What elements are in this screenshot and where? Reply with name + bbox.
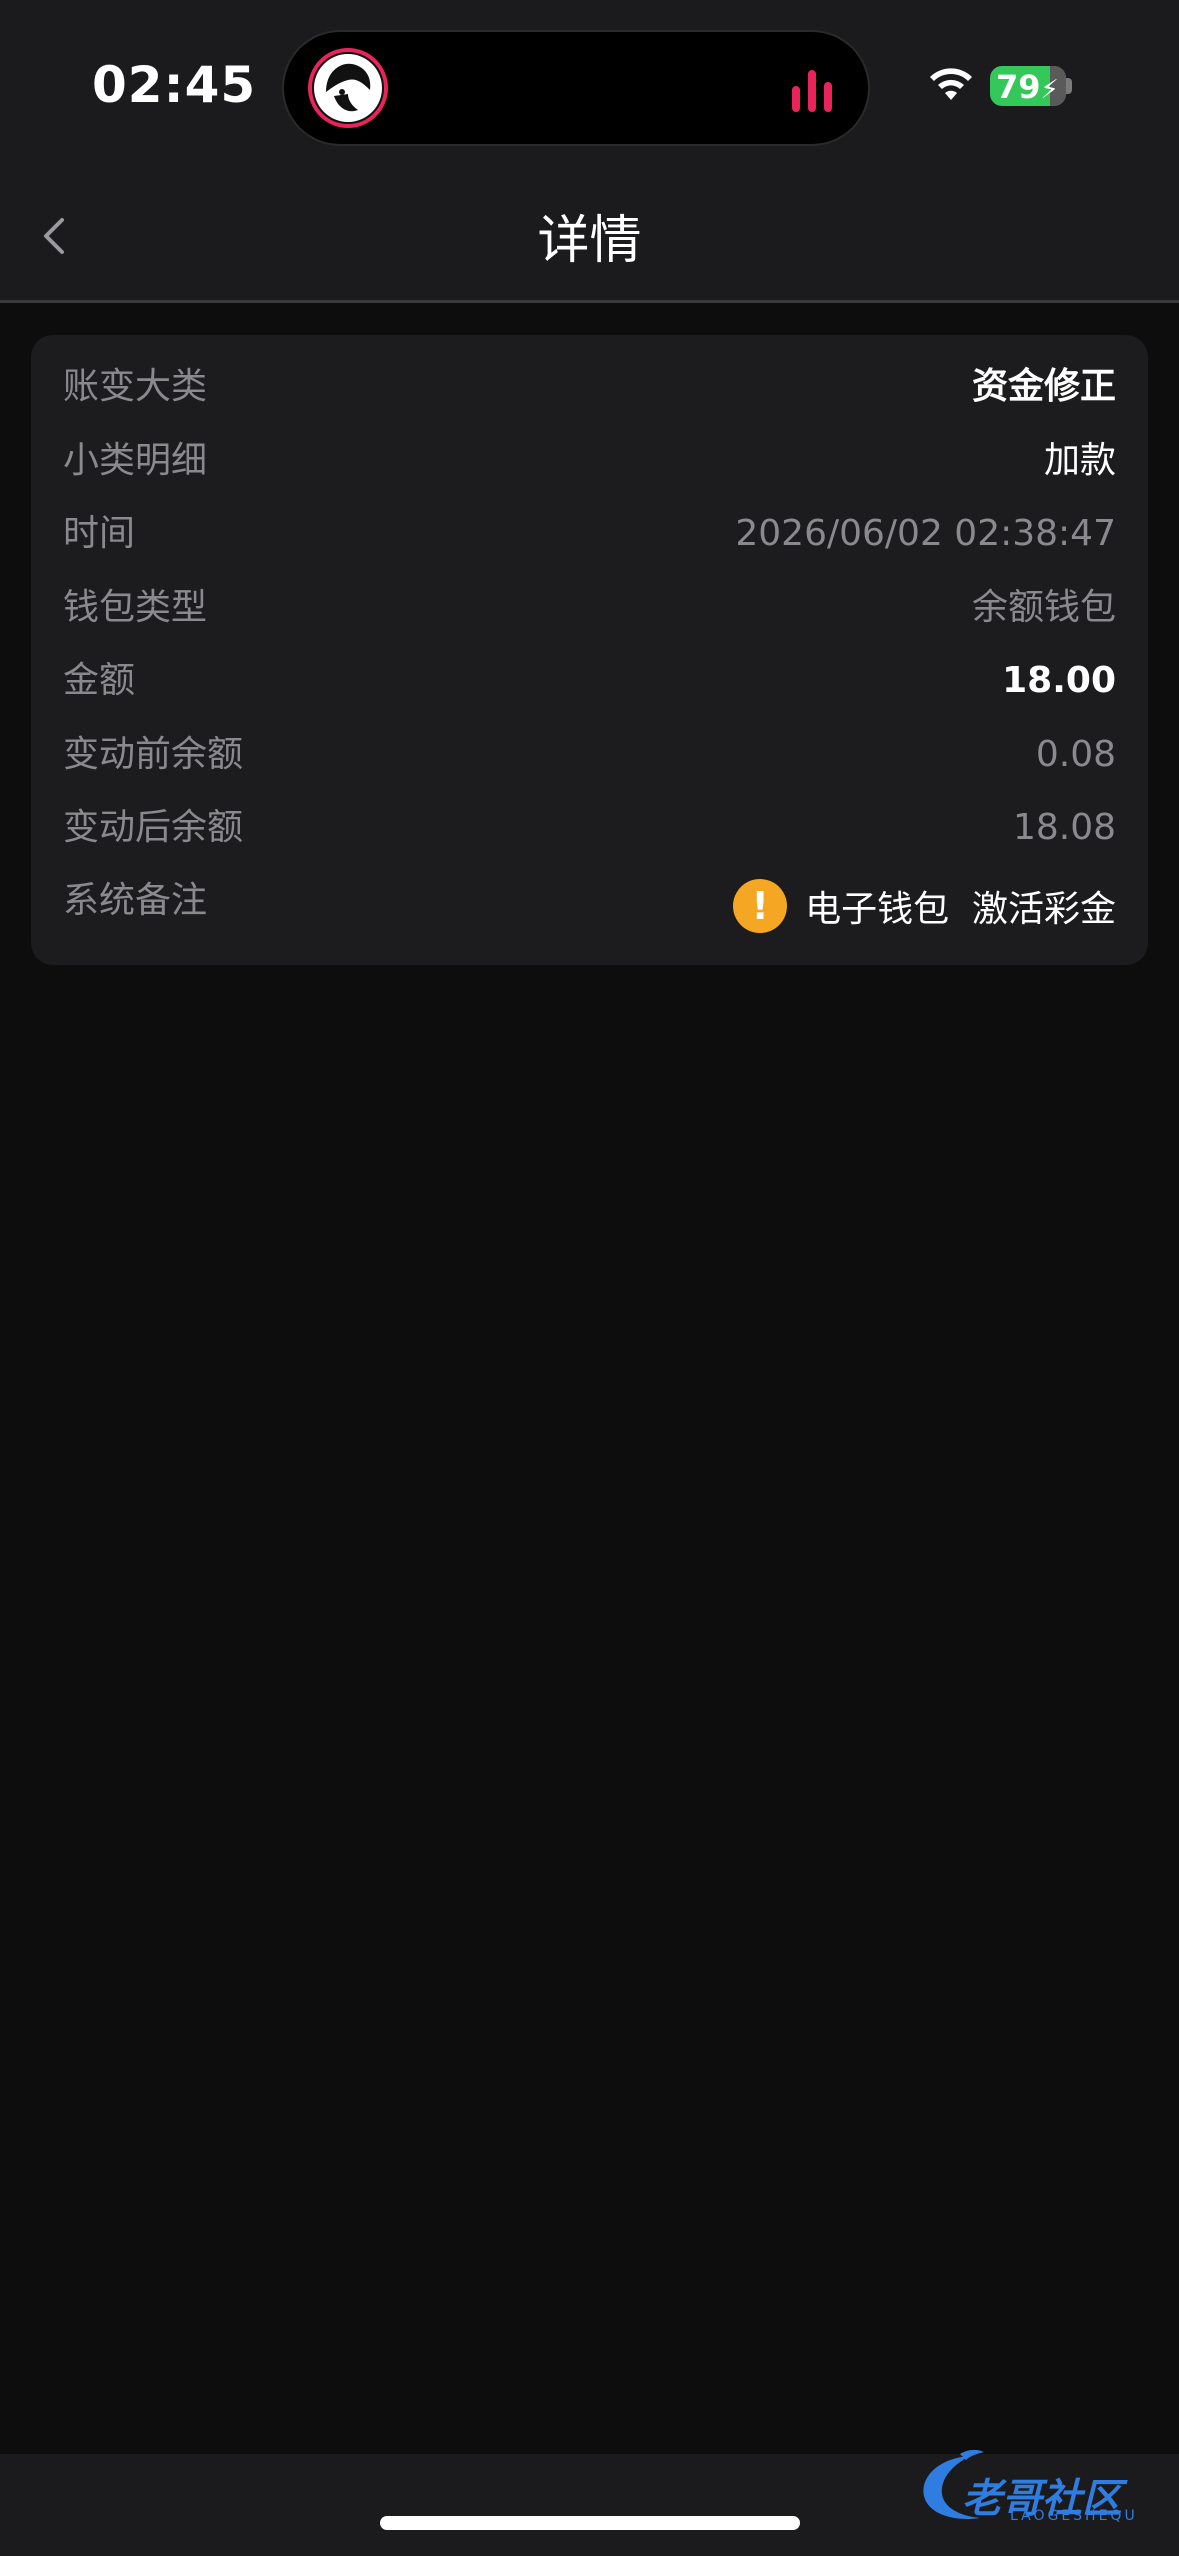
detail-label: 金额 xyxy=(63,660,136,701)
detail-row-balance-before: 变动前余额 0.08 xyxy=(63,727,1116,783)
detail-value: 0.08 xyxy=(1035,734,1116,775)
now-playing-avatar-icon xyxy=(308,48,388,128)
detail-row-balance-after: 变动后余额 18.08 xyxy=(63,800,1116,856)
detail-row-category: 账变大类 资金修正 xyxy=(63,359,1116,415)
detail-label: 钱包类型 xyxy=(63,587,208,628)
detail-value: 电子钱包 激活彩金 xyxy=(805,889,1116,930)
detail-row-subcategory: 小类明细 加款 xyxy=(63,433,1116,489)
page-title: 详情 xyxy=(537,211,642,271)
exclamation-icon: ! xyxy=(733,879,788,933)
detail-label: 系统备注 xyxy=(63,880,208,921)
audio-bars-icon xyxy=(792,70,832,112)
detail-screen: 02:45 79⚡ 详情 账变大类 资金修正 小类明细 加款 时间 2026/0… xyxy=(0,0,1179,2556)
detail-label: 小类明细 xyxy=(63,440,208,481)
detail-value: 加款 xyxy=(1043,440,1116,481)
detail-value: 资金修正 xyxy=(971,366,1116,407)
detail-row-wallet-type: 钱包类型 余额钱包 xyxy=(63,580,1116,636)
detail-value: 余额钱包 xyxy=(971,587,1116,628)
status-time: 02:45 xyxy=(92,56,257,114)
remark-value: ! 电子钱包 激活彩金 xyxy=(733,873,1116,939)
battery-level: 79⚡ xyxy=(996,68,1059,106)
detail-value: 2026/06/02 02:38:47 xyxy=(735,513,1116,554)
detail-label: 账变大类 xyxy=(63,366,208,407)
detail-card: 账变大类 资金修正 小类明细 加款 时间 2026/06/02 02:38:47… xyxy=(31,335,1148,965)
detail-row-amount: 金额 18.00 xyxy=(63,653,1116,709)
detail-row-system-remark: 系统备注 ! 电子钱包 激活彩金 xyxy=(63,873,1116,939)
navigation-bar: 详情 xyxy=(0,170,1179,303)
detail-value: 18.00 xyxy=(1002,660,1116,701)
detail-label: 变动前余额 xyxy=(63,734,244,775)
status-bar: 02:45 79⚡ xyxy=(0,0,1179,170)
dynamic-island[interactable] xyxy=(284,32,868,144)
watermark-subtext: LAOGESHEQU xyxy=(1010,2508,1138,2524)
detail-label: 时间 xyxy=(63,513,136,554)
detail-label: 变动后余额 xyxy=(63,807,244,848)
detail-row-time: 时间 2026/06/02 02:38:47 xyxy=(63,506,1116,562)
wifi-icon xyxy=(930,68,972,100)
home-indicator[interactable] xyxy=(380,2516,800,2530)
detail-value: 18.08 xyxy=(1012,807,1116,848)
battery-tip xyxy=(1066,78,1072,94)
